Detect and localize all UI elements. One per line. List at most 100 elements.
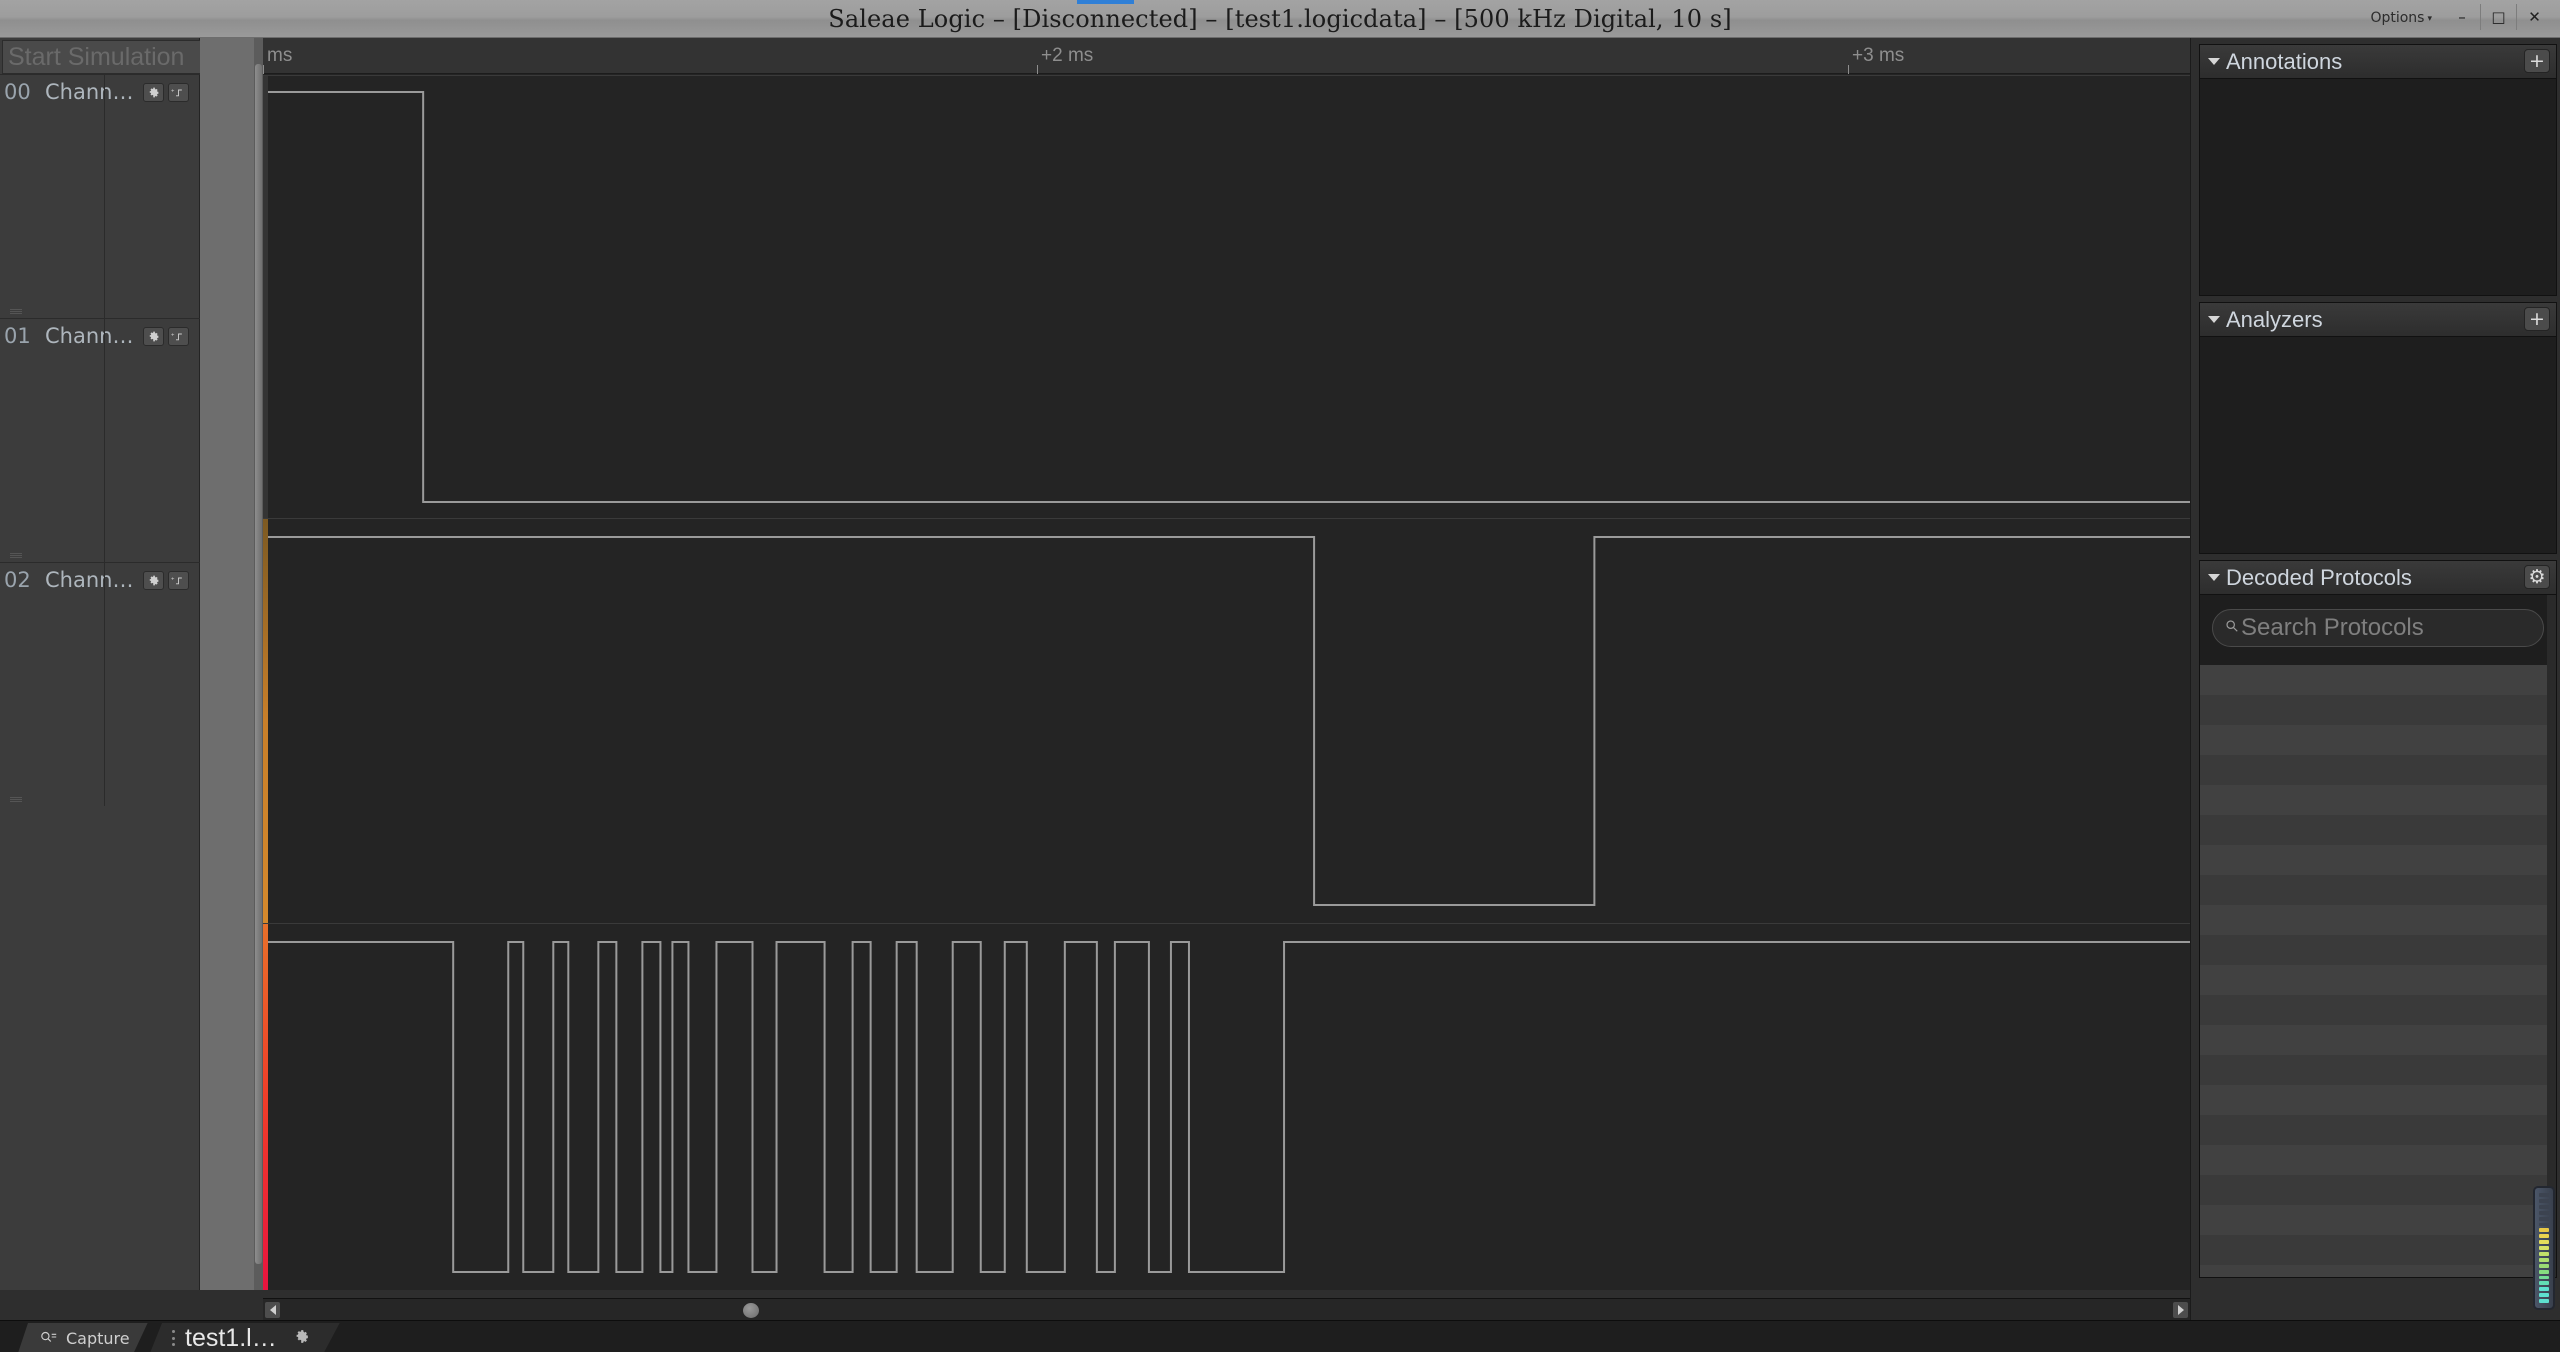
add-annotation-button[interactable]: + [2524,49,2550,73]
trigger-icon[interactable]: + [168,570,190,590]
channel-block-00[interactable]: 00 Chann… + [0,74,200,318]
decoded-protocol-row[interactable] [2200,1115,2556,1145]
channel-block-01[interactable]: 01 Chann… + [0,318,200,562]
decoded-protocol-row[interactable] [2200,1265,2556,1277]
vertical-scrollbar-thumb[interactable] [255,64,262,1264]
channel-block-02[interactable]: 02 Chann… + [0,562,200,806]
decoded-protocol-row[interactable] [2200,935,2556,965]
channel-row-00[interactable]: 00 Chann… + [0,75,200,109]
decoded-protocol-row[interactable] [2200,725,2556,755]
channel-divider [104,563,105,806]
decoded-protocol-row[interactable] [2200,845,2556,875]
waveform-lane-00[interactable] [263,75,2190,518]
decoded-protocols-body: Search Protocols [2200,595,2556,1277]
analyzers-header[interactable]: Analyzers + [2200,303,2556,337]
waveform-svg-00 [268,76,2190,518]
decoded-protocol-row[interactable] [2200,1055,2556,1085]
svg-text:+: + [171,88,175,94]
vertical-scrollbar[interactable] [254,38,263,1290]
gear-icon[interactable] [143,82,165,102]
waveform-graph[interactable]: ms +2 ms +3 ms [263,38,2190,1290]
window-title: Saleae Logic – [Disconnected] – [test1.l… [828,5,1732,33]
scroll-left-arrow-icon[interactable] [265,1302,280,1318]
title-bar: Saleae Logic – [Disconnected] – [test1.l… [0,0,2560,38]
waveform-lane-02[interactable] [263,923,2190,1290]
add-analyzer-button[interactable]: + [2524,307,2550,331]
channel-resize-grip[interactable] [10,309,22,314]
maximize-button[interactable]: □ [2480,4,2516,30]
ruler-tick-mark [1848,65,1849,74]
decoded-protocol-row[interactable] [2200,1085,2556,1115]
channel-number: 01 [4,324,31,348]
level-meter-segment [2539,1234,2549,1239]
waveform-trace-01 [268,519,2190,923]
channel-row-02[interactable]: 02 Chann… + [0,563,200,597]
horizontal-scrollbar[interactable] [263,1298,2190,1320]
level-meter-segment [2539,1257,2549,1262]
chevron-down-icon[interactable] [2208,316,2220,323]
svg-text:+: + [171,332,175,338]
decoded-protocol-row[interactable] [2200,1175,2556,1205]
level-meter-segment [2539,1246,2549,1250]
decoded-protocols-title: Decoded Protocols [2226,564,2412,590]
decoded-protocol-row[interactable] [2200,1145,2556,1175]
search-protocols-input[interactable]: Search Protocols [2212,609,2544,647]
analyzers-list[interactable] [2200,337,2556,553]
decoded-protocol-row[interactable] [2200,755,2556,785]
decoded-protocols-scrollbar[interactable] [2547,595,2556,1277]
annotations-list[interactable] [2200,79,2556,295]
level-meter [2533,1186,2555,1310]
options-label: Options [2370,10,2425,26]
decoded-protocol-row[interactable] [2200,1235,2556,1265]
decoded-protocol-row[interactable] [2200,785,2556,815]
decoded-protocol-row[interactable] [2200,665,2556,695]
trigger-icon[interactable]: + [168,82,190,102]
decoded-protocol-row[interactable] [2200,875,2556,905]
horizontal-scrollbar-thumb[interactable] [743,1303,759,1318]
level-meter-segment [2539,1287,2549,1292]
chevron-down-icon[interactable] [2208,574,2220,581]
application-window: Saleae Logic – [Disconnected] – [test1.l… [0,0,2560,1352]
decoded-protocol-row[interactable] [2200,815,2556,845]
timeline-ruler[interactable]: ms +2 ms +3 ms [263,38,2190,74]
gear-icon[interactable] [143,326,165,346]
decoded-protocol-row[interactable] [2200,995,2556,1025]
tab-file[interactable]: test1.l… [150,1323,340,1352]
channel-resize-grip[interactable] [10,553,22,558]
gear-icon[interactable] [143,570,165,590]
channel-row-01[interactable]: 01 Chann… + [0,319,200,353]
options-menu-button[interactable]: Options ▾ [2370,9,2432,29]
analyzers-panel: Analyzers + [2199,302,2557,554]
main-body: Start Simulation 00 Chann… + 01 Chann… +… [0,38,2560,1320]
decoded-protocols-header[interactable]: Decoded Protocols ⚙ [2200,561,2556,595]
channel-number: 00 [4,80,31,104]
decoded-protocol-row[interactable] [2200,965,2556,995]
search-icon [2225,619,2239,637]
decoded-protocol-row[interactable] [2200,1205,2556,1235]
gear-icon[interactable] [293,1328,310,1349]
chevron-down-icon: ▾ [2427,14,2432,24]
level-meter-segment [2539,1240,2549,1245]
tab-bar: Capture test1.l… [0,1320,2560,1352]
level-meter-segment [2539,1269,2549,1274]
level-meter-segment [2539,1198,2549,1203]
trigger-icon[interactable]: + [168,326,190,346]
channel-gutter [200,38,263,1290]
scroll-right-arrow-icon[interactable] [2173,1302,2188,1318]
chevron-down-icon[interactable] [2208,58,2220,65]
channel-resize-grip[interactable] [10,797,22,802]
decoded-protocols-list[interactable] [2200,665,2556,1277]
annotations-header[interactable]: Annotations + [2200,45,2556,79]
minimize-button[interactable]: – [2444,4,2480,30]
tab-drag-handle[interactable] [172,1330,175,1346]
waveform-svg-02 [268,924,2190,1290]
decoded-protocol-row[interactable] [2200,905,2556,935]
waveform-lane-01[interactable] [263,518,2190,923]
decoded-protocol-row[interactable] [2200,695,2556,725]
level-meter-segment [2539,1263,2549,1268]
decoded-protocol-row[interactable] [2200,1025,2556,1055]
tab-capture[interactable]: Capture [18,1323,148,1352]
waveform-svg-01 [268,519,2190,923]
decoded-protocols-settings-button[interactable]: ⚙ [2524,565,2550,589]
close-button[interactable]: ✕ [2516,4,2552,30]
